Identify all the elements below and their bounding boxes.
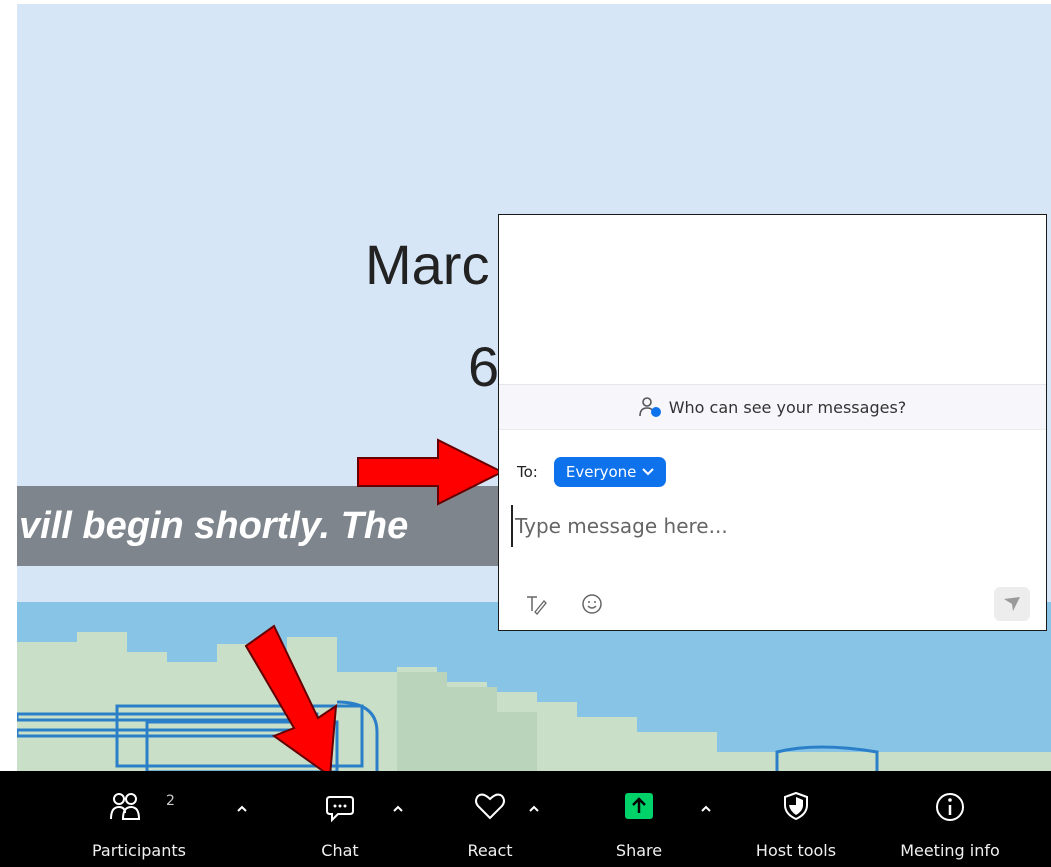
share-label: Share [615,841,663,860]
slide-subtitle: 6 [468,335,500,398]
react-button[interactable]: React [450,771,530,867]
participants-count: 2 [166,793,175,809]
share-screen-icon [625,793,653,819]
participants-caret-icon[interactable] [236,791,248,821]
host-tools-button[interactable]: Host tools [744,771,848,867]
participants-label: Participants [92,841,186,860]
slide-title: Marc [365,233,490,296]
to-label: To: [517,463,538,481]
chat-label: Chat [321,841,359,860]
who-can-see-bar[interactable]: Who can see your messages? [499,384,1046,430]
shield-icon [784,791,808,821]
meeting-toolbar: 2 Participants Chat React Share Host too… [0,771,1051,867]
recipient-row: To: Everyone [517,457,667,487]
react-label: React [467,841,513,860]
text-format-icon[interactable] [525,593,547,615]
info-icon [936,793,964,821]
meeting-info-label: Meeting info [900,841,1000,860]
who-can-see-text: Who can see your messages? [668,397,907,417]
meeting-info-button[interactable]: Meeting info [880,771,1020,867]
chat-icon [326,796,354,823]
chat-panel: Who can see your messages? To: Everyone [498,214,1047,631]
chevron-down-icon [642,468,655,476]
host-tools-label: Host tools [755,841,837,860]
annotation-arrow-to [357,438,505,506]
recipient-value: Everyone [565,463,637,481]
message-input[interactable] [511,505,1017,547]
annotation-arrow-chat [244,624,338,778]
react-caret-icon[interactable] [528,791,540,821]
send-button[interactable] [994,587,1030,621]
share-button[interactable]: Share [604,771,674,867]
person-visibility-icon [638,397,661,417]
participants-button[interactable]: 2 Participants [92,771,186,867]
recipient-dropdown[interactable]: Everyone [553,457,667,487]
emoji-icon[interactable] [581,593,603,615]
chat-caret-icon[interactable] [392,791,404,821]
share-caret-icon[interactable] [700,791,712,821]
chat-button[interactable]: Chat [300,771,380,867]
heart-icon [475,793,505,820]
send-icon [1004,597,1020,611]
participants-icon [110,793,141,820]
